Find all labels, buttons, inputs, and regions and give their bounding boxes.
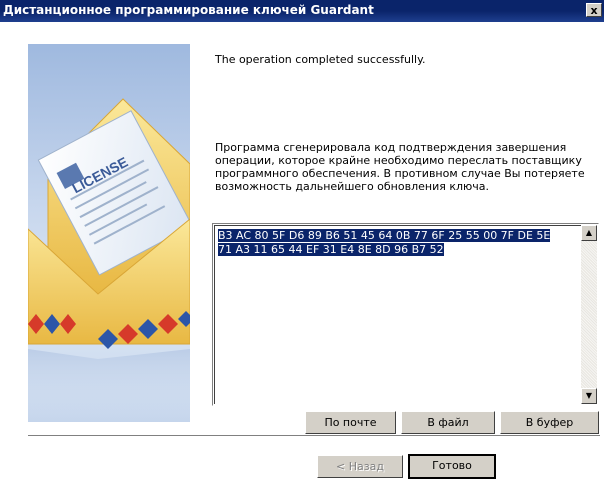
arrow-down-icon: ▼: [585, 391, 593, 400]
code-scrollbar[interactable]: ▲ ▼: [581, 225, 597, 404]
title-bar: Дистанционное программирование ключей Gu…: [0, 0, 604, 22]
back-button[interactable]: < Назад: [317, 455, 403, 478]
status-message: The operation completed successfully.: [215, 53, 426, 66]
info-text: Программа сгенерировала код подтверждени…: [215, 141, 585, 193]
save-to-file-button[interactable]: В файл: [401, 411, 495, 434]
scroll-up-button[interactable]: ▲: [581, 225, 597, 241]
code-line-2: 71 A3 11 65 44 EF 31 E4 8E 8D 96 B7 52: [218, 243, 444, 256]
license-banner-image: LICENSE: [28, 44, 190, 422]
code-line-1: B3 AC 80 5F D6 89 B6 51 45 64 0B 77 6F 2…: [218, 229, 551, 242]
footer-separator: [28, 435, 600, 437]
code-text[interactable]: B3 AC 80 5F D6 89 B6 51 45 64 0B 77 6F 2…: [218, 229, 578, 257]
finish-button[interactable]: Готово: [408, 454, 496, 479]
send-by-mail-button[interactable]: По почте: [305, 411, 396, 434]
code-text-area[interactable]: B3 AC 80 5F D6 89 B6 51 45 64 0B 77 6F 2…: [214, 225, 581, 404]
scroll-down-button[interactable]: ▼: [581, 388, 597, 404]
dialog-body: LICENSE The operation completed successf…: [0, 22, 604, 491]
window-title: Дистанционное программирование ключей Gu…: [3, 3, 374, 17]
arrow-up-icon: ▲: [585, 228, 593, 237]
close-icon: x: [590, 4, 598, 17]
close-button[interactable]: x: [586, 3, 602, 17]
copy-to-clipboard-button[interactable]: В буфер: [500, 411, 599, 434]
confirmation-code-field[interactable]: B3 AC 80 5F D6 89 B6 51 45 64 0B 77 6F 2…: [212, 223, 599, 406]
license-envelope-illustration: LICENSE: [28, 98, 190, 422]
